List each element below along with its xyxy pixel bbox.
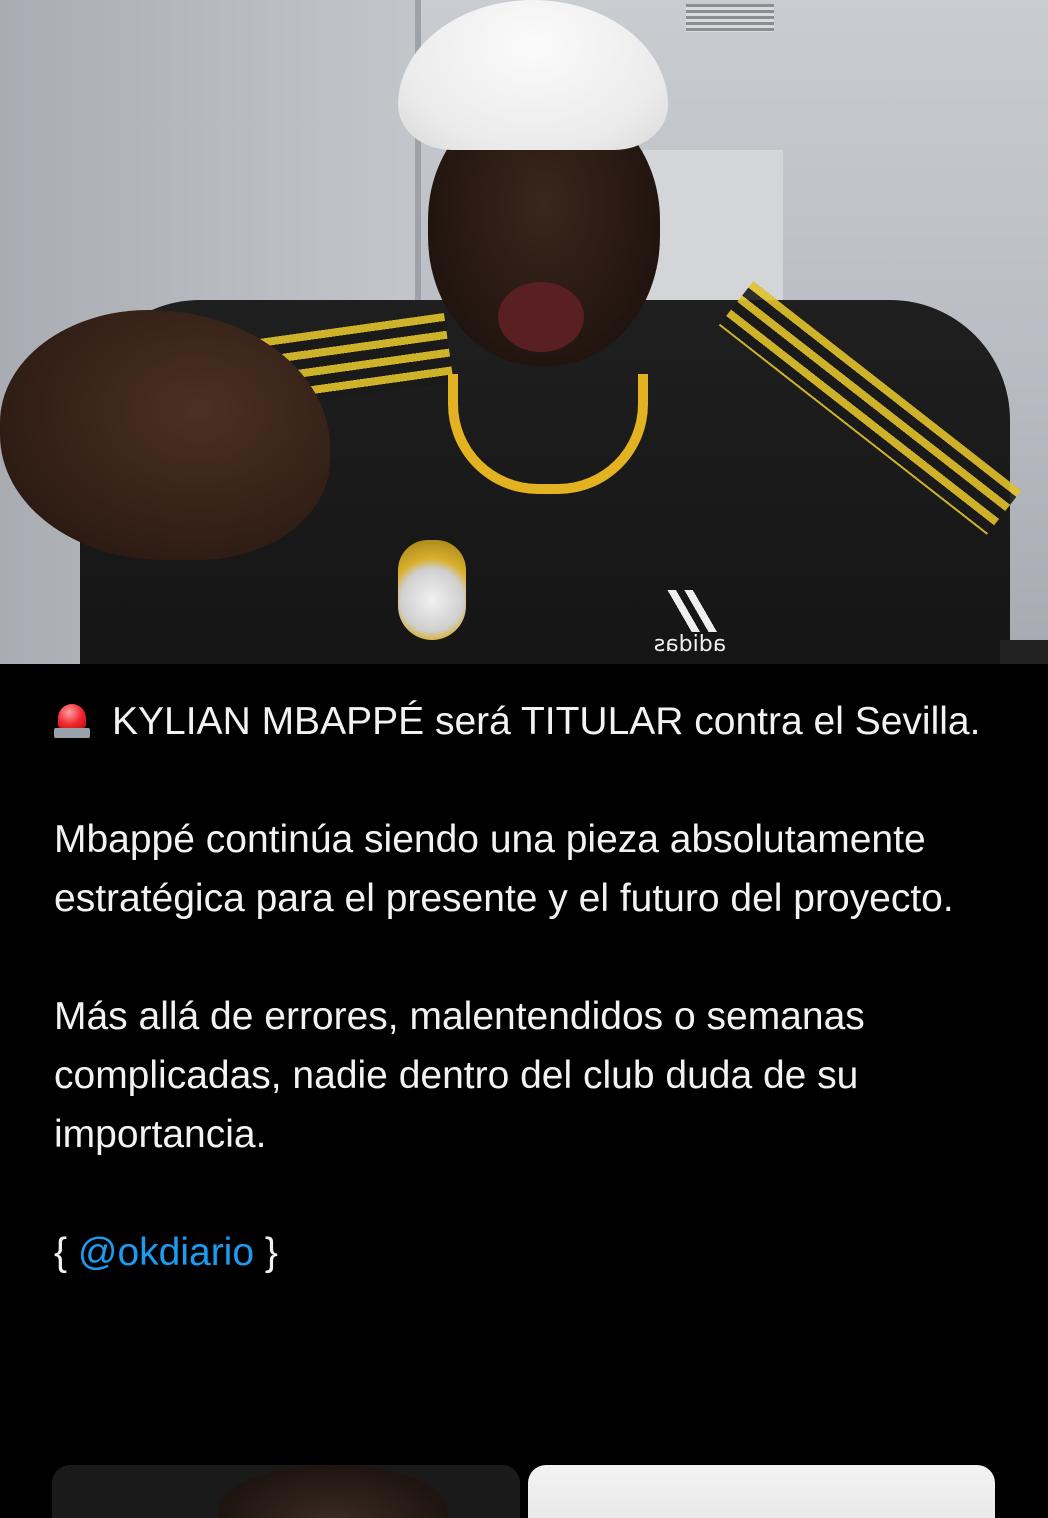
jersey-brand-text: adidas [653, 632, 727, 657]
tweet-source: { @okdiario } [54, 1223, 1004, 1282]
tweet-headline-text: KYLIAN MBAPPÉ será TITULAR contra el Sev… [112, 700, 981, 743]
tweet-image-right[interactable] [528, 1465, 995, 1518]
tweet-text: KYLIAN MBAPPÉ será TITULAR contra el Sev… [54, 692, 1004, 1282]
siren-icon [54, 702, 90, 738]
player-photo [218, 1465, 448, 1518]
brand-stripes-icon [658, 590, 718, 632]
source-brace-close: } [254, 1231, 278, 1274]
video-frame[interactable]: adidas [0, 0, 1048, 664]
club-crest [398, 540, 466, 640]
person-mouth [498, 282, 584, 352]
tweet-paragraph: Más allá de errores, malentendidos o sem… [54, 995, 876, 1156]
air-vent [686, 4, 774, 32]
white-cap [398, 0, 668, 150]
source-mention-link[interactable]: @okdiario [78, 1231, 254, 1274]
tweet-headline: KYLIAN MBAPPÉ será TITULAR contra el Sev… [54, 692, 1004, 751]
jersey-brand-logo: adidas [650, 590, 730, 657]
screen: adidas KYLIAN MBAPPÉ será TITULAR contra… [0, 0, 1048, 1518]
source-brace-open: { [54, 1231, 78, 1274]
shadow [1000, 640, 1048, 664]
tweet-paragraph: Mbappé continúa siendo una pieza absolut… [54, 818, 954, 920]
tweet-image-left[interactable] [52, 1465, 520, 1518]
